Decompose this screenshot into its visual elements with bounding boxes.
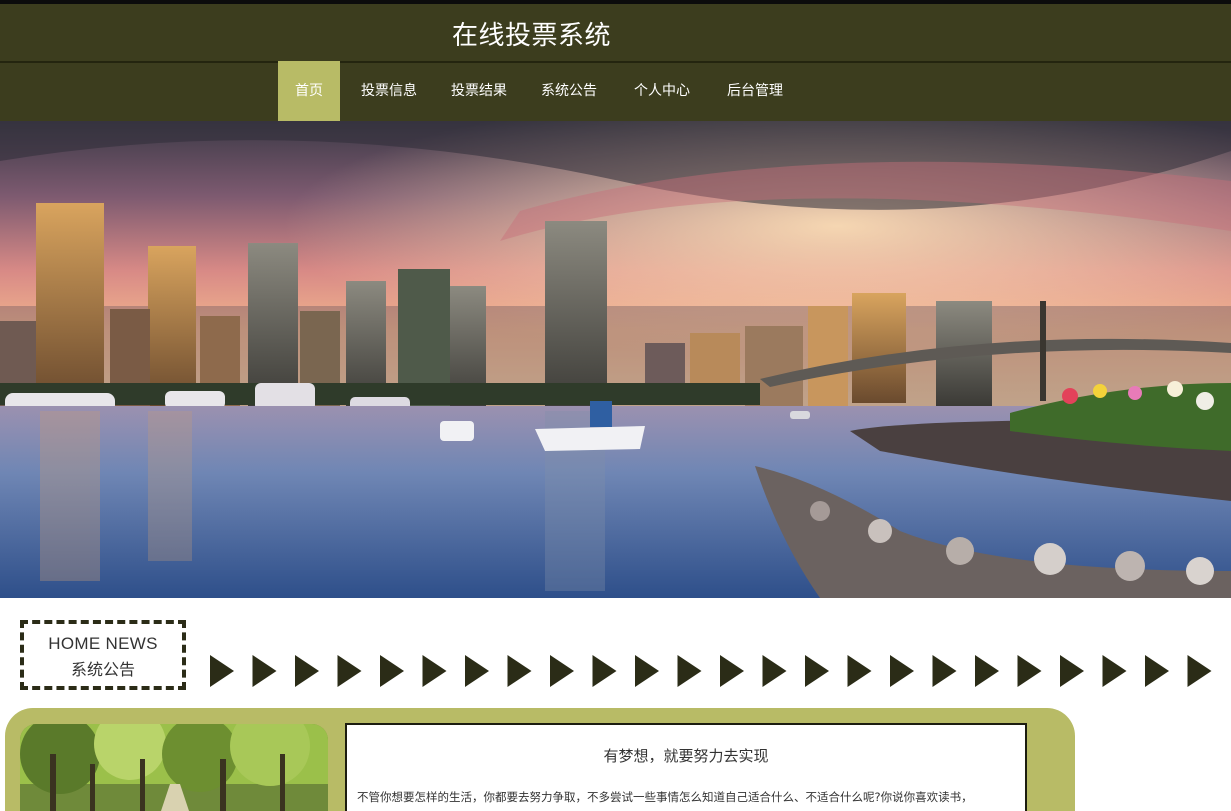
nav-item-vote-info[interactable]: 投票信息 [351, 61, 427, 121]
nav-item-home[interactable]: 首页 [278, 61, 340, 121]
news-title-en: HOME NEWS [48, 634, 158, 653]
news-title-cn: 系统公告 [70, 662, 135, 679]
triangle-right-icon [762, 655, 787, 687]
triangle-right-icon [847, 655, 872, 687]
site-header: 在线投票系统 [0, 0, 1231, 61]
triangle-right-icon [507, 655, 532, 687]
news-headline[interactable]: 有梦想，就要努力去实现 [347, 745, 1025, 766]
triangle-right-icon [1187, 655, 1212, 687]
banner-carousel[interactable] [0, 121, 1231, 598]
triangle-right-icon [337, 655, 362, 687]
triangle-right-icon [465, 655, 489, 687]
arrow-divider [210, 654, 1231, 688]
nav-item-vote-results[interactable]: 投票结果 [441, 61, 517, 121]
triangle-right-icon [677, 655, 702, 687]
triangle-right-icon [1060, 655, 1084, 687]
news-section-heading: HOME NEWS 系统公告 [20, 620, 186, 690]
page: 在线投票系统 首页 投票信息 投票结果 系统公告 个人中心 后台管理 HOME … [0, 0, 1231, 811]
triangle-right-icon [1017, 655, 1042, 687]
triangle-right-icon [592, 655, 617, 687]
news-thumbnail[interactable] [20, 724, 328, 811]
triangle-right-icon [805, 655, 829, 687]
triangle-right-icon [975, 655, 999, 687]
triangle-right-icon [720, 655, 744, 687]
news-image [20, 724, 328, 811]
site-title: 在线投票系统 [452, 21, 612, 51]
news-text-box: 有梦想，就要努力去实现 不管你想要怎样的生活，你都要去努力争取，不多尝试一些事情… [345, 723, 1027, 811]
triangle-right-icon [380, 655, 404, 687]
triangle-right-icon [890, 655, 914, 687]
triangle-right-icon [252, 655, 277, 687]
triangle-right-icon [295, 655, 319, 687]
news-excerpt: 不管你想要怎样的生活，你都要去努力争取，不多尝试一些事情怎么知道自己适合什么、不… [357, 790, 973, 804]
nav-item-admin[interactable]: 后台管理 [717, 61, 793, 121]
triangle-right-icon [210, 655, 234, 687]
nav-item-announcements[interactable]: 系统公告 [531, 61, 607, 121]
triangle-right-icon [932, 655, 957, 687]
triangle-right-icon [635, 655, 659, 687]
triangle-right-icon [1145, 655, 1169, 687]
triangle-right-icon [422, 655, 447, 687]
banner-image [0, 121, 1231, 598]
triangle-right-icon [550, 655, 574, 687]
news-card[interactable]: 有梦想，就要努力去实现 不管你想要怎样的生活，你都要去努力争取，不多尝试一些事情… [5, 708, 1075, 811]
nav-item-personal-center[interactable]: 个人中心 [624, 61, 700, 121]
triangle-right-icon-row [210, 655, 1212, 687]
main-nav: 首页 投票信息 投票结果 系统公告 个人中心 后台管理 [0, 61, 1231, 121]
triangle-right-icon [1102, 655, 1127, 687]
